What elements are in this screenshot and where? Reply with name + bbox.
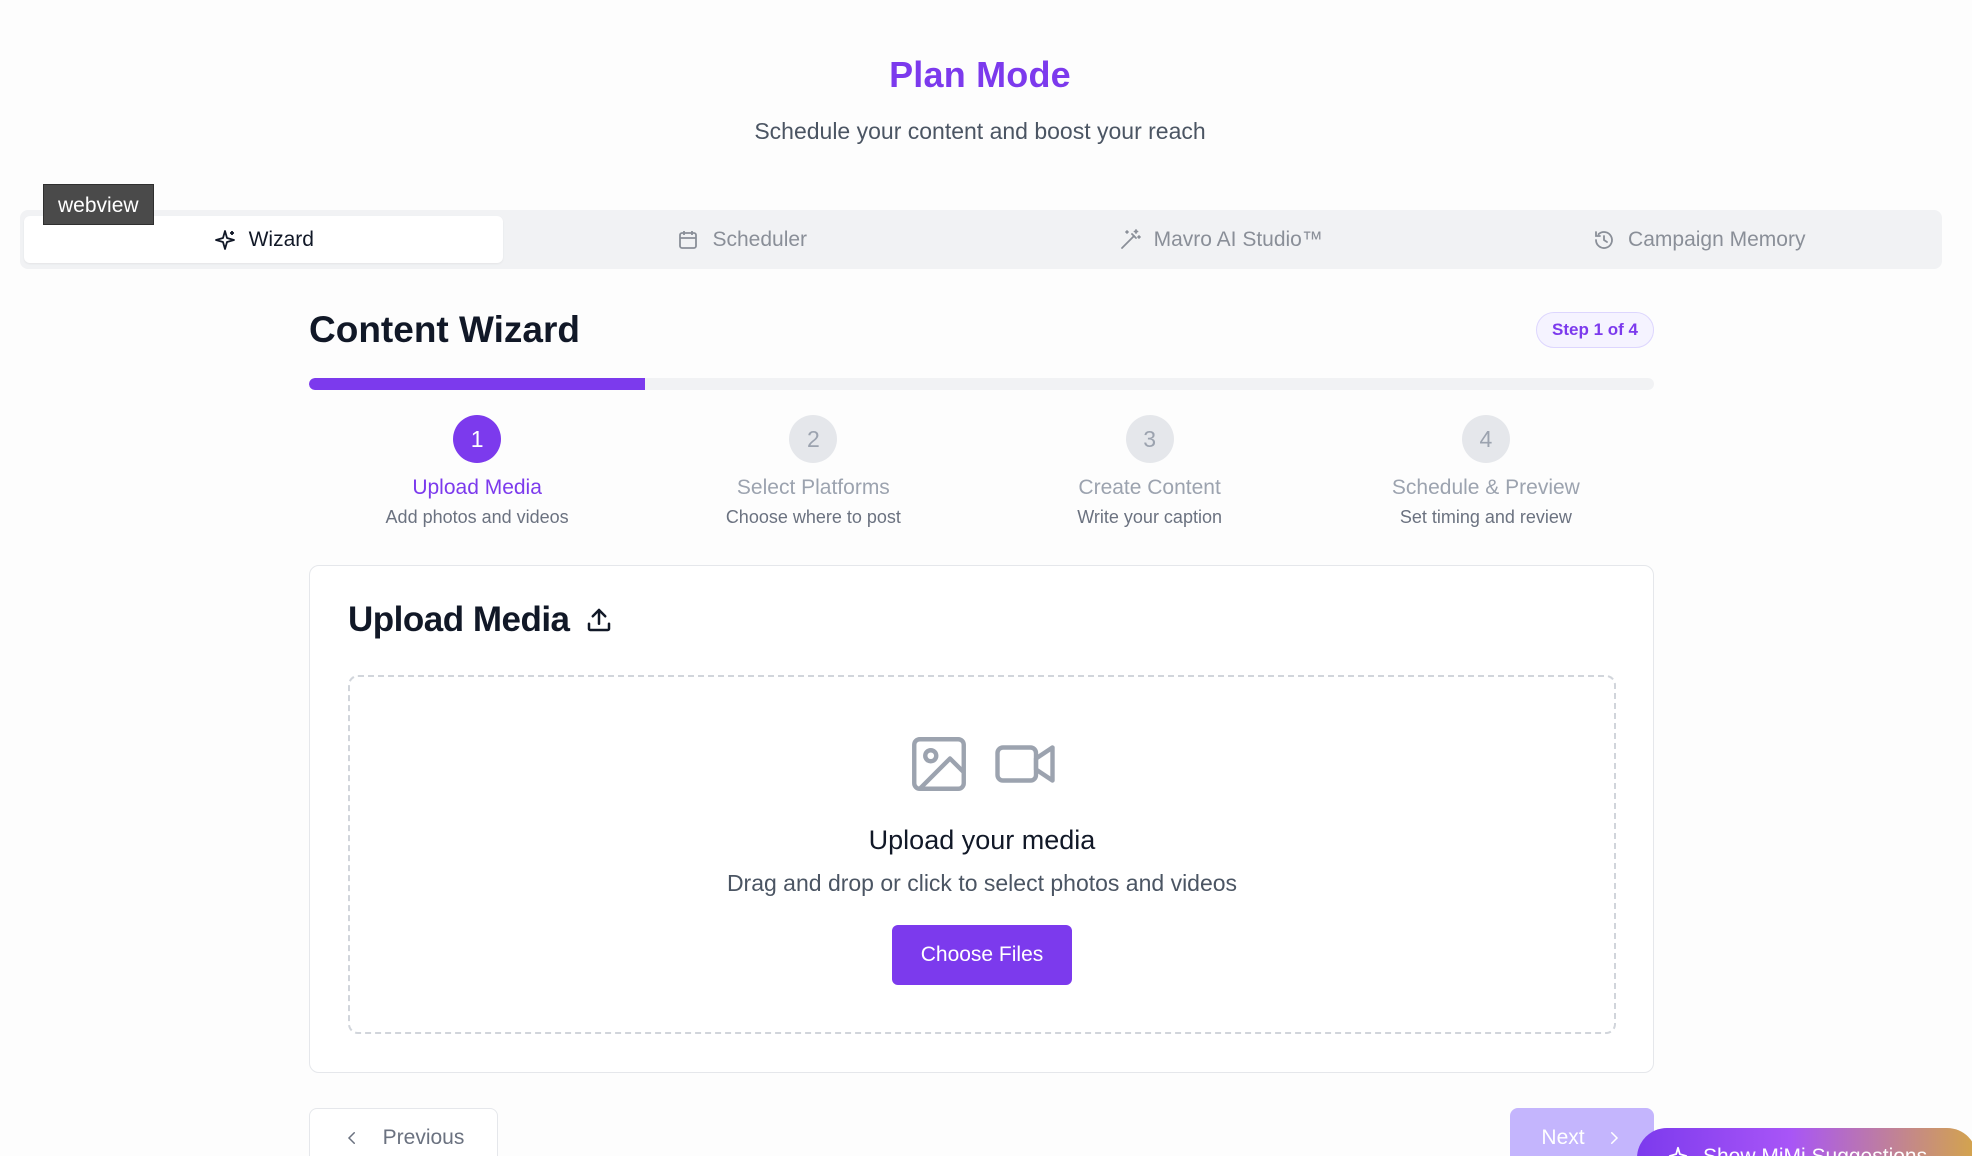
step-upload-media[interactable]: 1 Upload Media Add photos and videos bbox=[309, 415, 645, 528]
wizard-progress-fill bbox=[309, 378, 646, 390]
tab-label: Scheduler bbox=[712, 227, 808, 251]
content-wizard: Content Wizard Step 1 of 4 1 Upload Medi… bbox=[309, 300, 1654, 528]
step-number: 4 bbox=[1461, 415, 1510, 463]
video-camera-icon bbox=[995, 745, 1055, 783]
media-dropzone[interactable]: Upload your media Drag and drop or click… bbox=[348, 675, 1616, 1034]
tab-scheduler[interactable]: Scheduler bbox=[503, 216, 982, 263]
sparkles-icon bbox=[1668, 1146, 1688, 1156]
tab-campaign-memory[interactable]: Campaign Memory bbox=[1460, 216, 1939, 263]
choose-files-button[interactable]: Choose Files bbox=[892, 925, 1072, 985]
chevron-left-icon bbox=[347, 1132, 355, 1144]
tab-label: Wizard bbox=[248, 227, 314, 251]
mode-tabs: Wizard Scheduler Mavro AI Studio™ Campai… bbox=[20, 210, 1942, 269]
mimi-suggestions-button[interactable]: Show MiMi Suggestions bbox=[1637, 1128, 1972, 1156]
previous-label: Previous bbox=[382, 1126, 465, 1149]
tab-label: Campaign Memory bbox=[1628, 227, 1806, 251]
page-subtitle: Schedule your content and boost your rea… bbox=[754, 118, 1206, 144]
step-number: 1 bbox=[453, 415, 502, 463]
step-subtitle: Add photos and videos bbox=[385, 507, 569, 527]
step-select-platforms[interactable]: 2 Select Platforms Choose where to post bbox=[645, 415, 981, 528]
history-icon bbox=[1595, 230, 1613, 249]
mimi-label: Show MiMi Suggestions bbox=[1703, 1145, 1927, 1156]
card-title: Upload Media bbox=[348, 600, 614, 640]
next-button[interactable]: Next bbox=[1510, 1108, 1654, 1156]
wizard-header: Content Wizard Step 1 of 4 bbox=[309, 300, 1654, 360]
wizard-title: Content Wizard bbox=[309, 309, 580, 350]
step-number: 3 bbox=[1125, 415, 1174, 463]
step-schedule-preview[interactable]: 4 Schedule & Preview Set timing and revi… bbox=[1318, 415, 1654, 528]
page-header: Plan Mode Schedule your content and boos… bbox=[0, 54, 1960, 145]
upload-icon bbox=[587, 608, 610, 632]
step-badge: Step 1 of 4 bbox=[1536, 312, 1654, 348]
chevron-right-icon bbox=[1610, 1132, 1618, 1144]
dropzone-title: Upload your media bbox=[868, 825, 1096, 855]
wizard-progress-bar bbox=[309, 378, 1654, 390]
step-create-content[interactable]: 3 Create Content Write your caption bbox=[982, 415, 1318, 528]
dropzone-subtitle: Drag and drop or click to select photos … bbox=[726, 870, 1238, 896]
step-title: Schedule & Preview bbox=[1391, 476, 1580, 499]
page-title: Plan Mode bbox=[889, 54, 1071, 95]
next-label: Next bbox=[1541, 1126, 1585, 1149]
step-subtitle: Choose where to post bbox=[725, 507, 901, 527]
webview-tooltip: webview bbox=[43, 184, 154, 225]
step-title: Select Platforms bbox=[736, 476, 890, 499]
tab-label: Mavro AI Studio™ bbox=[1153, 227, 1323, 251]
image-icon bbox=[912, 737, 966, 791]
step-title: Create Content bbox=[1078, 476, 1221, 499]
step-subtitle: Set timing and review bbox=[1399, 507, 1572, 527]
previous-button[interactable]: Previous bbox=[309, 1108, 498, 1156]
step-title: Upload Media bbox=[412, 476, 542, 499]
step-number: 2 bbox=[789, 415, 838, 463]
dropzone-icons bbox=[906, 731, 1058, 797]
upload-title: Upload Media bbox=[348, 600, 570, 639]
sparkles-icon bbox=[214, 229, 235, 250]
calendar-icon bbox=[679, 230, 698, 249]
magic-wand-icon bbox=[1120, 228, 1141, 249]
tab-mavro-ai-studio[interactable]: Mavro AI Studio™ bbox=[981, 216, 1460, 263]
step-subtitle: Write your caption bbox=[1077, 507, 1222, 527]
upload-media-card: Upload Media Upload your media Drag and … bbox=[309, 565, 1654, 1073]
wizard-steps: 1 Upload Media Add photos and videos 2 S… bbox=[309, 415, 1654, 528]
